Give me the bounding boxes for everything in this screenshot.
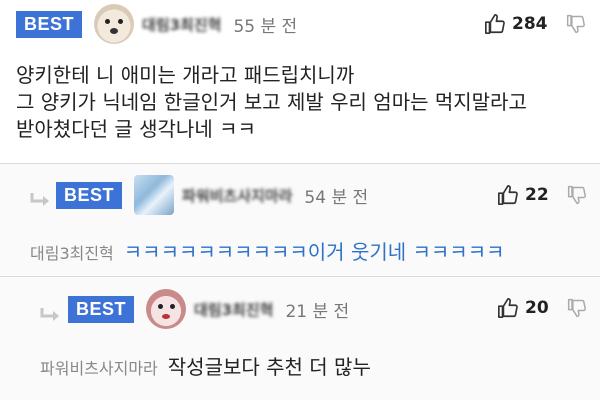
comment-line: 받아쳤다던 글 생각나네 ㅋㅋ	[16, 117, 256, 141]
reply-header: BEST 대림3최진혁 21 분 전	[68, 289, 350, 329]
reply-content: 대림3최진혁 ㅋㅋㅋㅋㅋㅋㅋㅋㅋㅋ이거 웃기네 ㅋㅋㅋㅋㅋ	[30, 236, 505, 265]
thumb-down-icon[interactable]	[567, 298, 587, 318]
thumb-up-icon[interactable]	[497, 184, 519, 206]
thumb-down-icon[interactable]	[566, 14, 586, 34]
thumb-down-icon[interactable]	[567, 185, 587, 205]
comment-time: 54 분 전	[304, 187, 369, 208]
reply-body: 작성글보다 추천 더 많누	[167, 355, 371, 379]
reply-body: ㅋㅋㅋㅋㅋㅋㅋㅋㅋㅋ이거 웃기네 ㅋㅋㅋㅋㅋ	[123, 240, 505, 264]
comment-body: 양키한테 니 애미는 개라고 패드립치니까 그 양키가 닉네임 한글인거 보고 …	[16, 62, 527, 143]
ice-avatar[interactable]	[134, 175, 175, 215]
reply-arrow-icon	[30, 193, 49, 206]
reply-content: 파워비츠사지마라 작성글보다 추천 더 많누	[40, 351, 371, 380]
pink-avatar[interactable]	[146, 289, 187, 329]
best-badge: BEST	[68, 295, 135, 323]
upvote-count: 22	[525, 185, 549, 205]
thumb-up-icon[interactable]	[497, 297, 519, 319]
comment-header: BEST 대림3최진혁 55 분 전	[16, 4, 298, 44]
vote-bar: 284	[484, 13, 586, 35]
upvote-count: 20	[525, 298, 549, 318]
author-nickname[interactable]: 대림3최진혁	[194, 299, 273, 320]
reply-header: BEST 파워비츠사지마라 54 분 전	[56, 175, 369, 215]
reply-to-name[interactable]: 파워비츠사지마라	[40, 355, 158, 379]
comment-line: 양키한테 니 애미는 개라고 패드립치니까	[16, 63, 355, 87]
comment-time: 21 분 전	[285, 301, 350, 322]
author-nickname[interactable]: 대림3최진혁	[142, 14, 221, 35]
dog-avatar[interactable]	[94, 4, 135, 44]
reply-card: BEST 파워비츠사지마라 54 분 전 22 대림3최진혁 ㅋㅋㅋㅋㅋㅋㅋㅋㅋ…	[0, 163, 600, 275]
best-badge: BEST	[16, 10, 83, 38]
comment-time: 55 분 전	[233, 16, 298, 37]
vote-bar: 22	[497, 184, 587, 206]
author-nickname[interactable]: 파워비츠사지마라	[182, 185, 292, 206]
reply-to-name[interactable]: 대림3최진혁	[30, 240, 114, 264]
vote-bar: 20	[497, 297, 587, 319]
reply-card: BEST 대림3최진혁 21 분 전 20 파워비츠사지마라 작성글보다 추천 …	[0, 276, 600, 400]
best-badge: BEST	[56, 181, 123, 209]
comment-card: BEST 대림3최진혁 55 분 전 284 양키한테 니 애미는 개라고 패드…	[0, 0, 600, 162]
comment-line: 그 양키가 닉네임 한글인거 보고 제발 우리 엄마는 먹지말라고	[16, 90, 527, 114]
reply-arrow-icon	[40, 308, 59, 321]
upvote-count: 284	[512, 14, 548, 34]
thumb-up-icon[interactable]	[484, 13, 506, 35]
